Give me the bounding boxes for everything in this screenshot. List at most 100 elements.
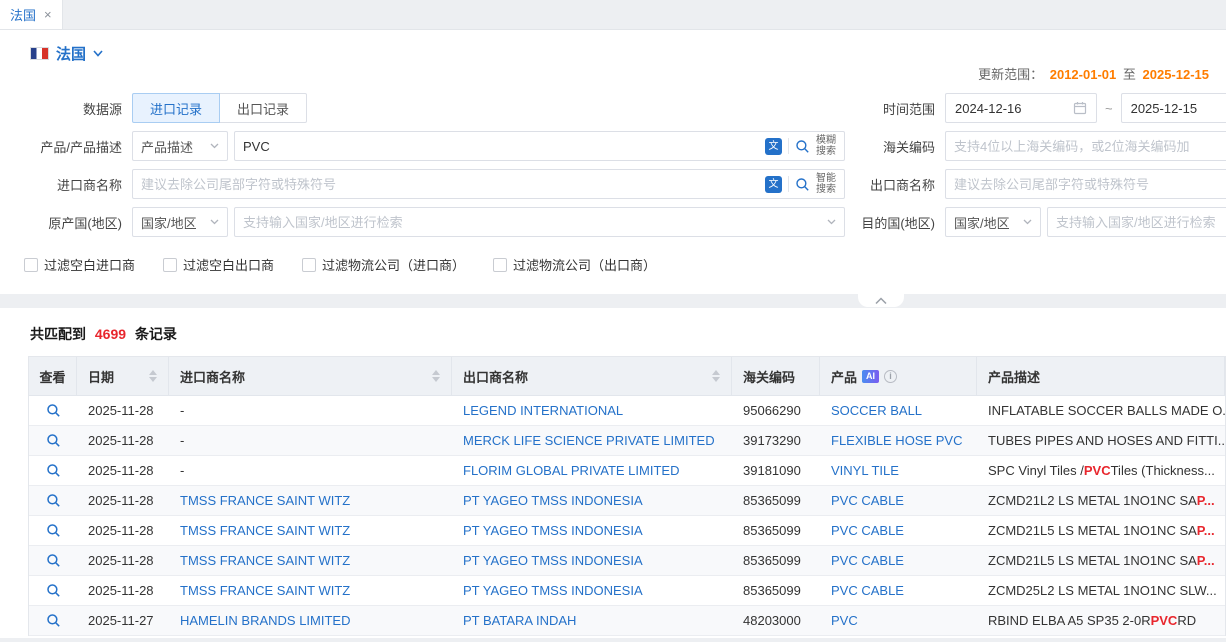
row-product[interactable]: PVC CABLE: [831, 583, 904, 598]
destination-type-select[interactable]: 国家/地区: [945, 207, 1041, 237]
row-exporter[interactable]: PT YAGEO TMSS INDONESIA: [463, 493, 643, 508]
row-importer[interactable]: HAMELIN BRANDS LIMITED: [180, 613, 350, 628]
checkbox-row: 过滤空白进口商 过滤空白出口商 过滤物流公司（进口商） 过滤物流公司（出口商）: [24, 255, 1226, 274]
form-row-product: 产品/产品描述 产品描述 文: [0, 131, 1226, 161]
product-input-wrap: 文 模糊 搜索: [234, 131, 845, 161]
checkbox-icon[interactable]: [24, 258, 38, 272]
row-importer[interactable]: TMSS FRANCE SAINT WITZ: [180, 553, 350, 568]
desc-pre: INFLATABLE SOCCER BALLS MADE O...: [988, 403, 1225, 418]
collapse-panel-button[interactable]: [858, 294, 904, 307]
filter-logistics-exporter-checkbox[interactable]: 过滤物流公司（出口商）: [493, 255, 656, 274]
row-importer: -: [180, 403, 184, 418]
row-description: ZCMD21L5 LS METAL 1NO1NC SA P...: [977, 546, 1225, 575]
origin-input[interactable]: [243, 209, 827, 235]
row-importer[interactable]: TMSS FRANCE SAINT WITZ: [180, 583, 350, 598]
checkbox-icon[interactable]: [163, 258, 177, 272]
divider: [788, 176, 789, 192]
product-type-select[interactable]: 产品描述: [132, 131, 228, 161]
import-records-toggle[interactable]: 进口记录: [132, 93, 220, 123]
info-icon[interactable]: i: [884, 370, 897, 383]
table-row: 2025-11-28 - FLORIM GLOBAL PRIVATE LIMIT…: [29, 456, 1225, 486]
tab-france[interactable]: 法国 ×: [0, 0, 63, 29]
row-product[interactable]: PVC: [831, 613, 858, 628]
export-records-toggle[interactable]: 出口记录: [220, 93, 307, 123]
table-row: 2025-11-28 - MERCK LIFE SCIENCE PRIVATE …: [29, 426, 1225, 456]
row-importer: -: [180, 433, 184, 448]
update-range-label: 更新范围：: [978, 67, 1043, 82]
view-button[interactable]: [46, 433, 61, 448]
fuzzy-search-button[interactable]: [795, 139, 810, 154]
view-button[interactable]: [46, 403, 61, 418]
row-importer[interactable]: TMSS FRANCE SAINT WITZ: [180, 523, 350, 538]
search-icon: [46, 613, 61, 628]
translate-icon[interactable]: 文: [765, 176, 782, 193]
row-exporter[interactable]: PT YAGEO TMSS INDONESIA: [463, 583, 643, 598]
tab-close-icon[interactable]: ×: [44, 8, 52, 21]
importer-label: 进口商名称: [0, 175, 132, 194]
row-exporter[interactable]: PT YAGEO TMSS INDONESIA: [463, 523, 643, 538]
chevron-down-icon[interactable]: [827, 219, 836, 225]
country-selector[interactable]: 法国: [56, 43, 86, 64]
importer-input[interactable]: [141, 171, 759, 197]
exporter-input[interactable]: [954, 171, 1226, 197]
view-button[interactable]: [46, 553, 61, 568]
country-row: 法国: [0, 30, 1226, 64]
search-icon: [46, 523, 61, 538]
search-icon: [46, 433, 61, 448]
filter-logistics-importer-checkbox[interactable]: 过滤物流公司（进口商）: [302, 255, 465, 274]
row-product[interactable]: SOCCER BALL: [831, 403, 922, 418]
table-row: 2025-11-28 TMSS FRANCE SAINT WITZ PT YAG…: [29, 576, 1225, 606]
date-to-value: 2025-12-15: [1131, 101, 1226, 116]
translate-icon[interactable]: 文: [765, 138, 782, 155]
row-importer[interactable]: TMSS FRANCE SAINT WITZ: [180, 493, 350, 508]
checkbox-icon[interactable]: [302, 258, 316, 272]
row-exporter[interactable]: FLORIM GLOBAL PRIVATE LIMITED: [463, 463, 679, 478]
header-product: 产品 AI i: [820, 357, 977, 395]
date-to-input[interactable]: 2025-12-15: [1121, 93, 1226, 123]
checkbox-icon[interactable]: [493, 258, 507, 272]
view-button[interactable]: [46, 583, 61, 598]
row-exporter[interactable]: MERCK LIFE SCIENCE PRIVATE LIMITED: [463, 433, 715, 448]
row-product[interactable]: PVC CABLE: [831, 523, 904, 538]
fuzzy-search-label[interactable]: 模糊 搜索: [816, 135, 836, 157]
table-row: 2025-11-27 HAMELIN BRANDS LIMITED PT BAT…: [29, 606, 1225, 636]
row-product[interactable]: PVC CABLE: [831, 493, 904, 508]
smart-search-button[interactable]: [795, 177, 810, 192]
row-description: ZCMD25L2 LS METAL 1NO1NC SLW...: [977, 576, 1225, 605]
chevron-down-icon: [210, 219, 219, 225]
view-button[interactable]: [46, 523, 61, 538]
origin-label: 原产国(地区): [0, 213, 132, 232]
row-exporter[interactable]: PT YAGEO TMSS INDONESIA: [463, 553, 643, 568]
sort-date-icon[interactable]: [143, 370, 157, 382]
chevron-down-icon: [210, 143, 219, 149]
filter-blank-exporter-checkbox[interactable]: 过滤空白出口商: [163, 255, 274, 274]
chevron-down-icon: [1023, 219, 1032, 225]
row-product[interactable]: PVC CABLE: [831, 553, 904, 568]
origin-type-select[interactable]: 国家/地区: [132, 207, 228, 237]
hs-code-input[interactable]: [954, 133, 1226, 159]
row-product[interactable]: VINYL TILE: [831, 463, 899, 478]
table-row: 2025-11-28 TMSS FRANCE SAINT WITZ PT YAG…: [29, 546, 1225, 576]
view-button[interactable]: [46, 463, 61, 478]
date-from-value: 2024-12-16: [955, 101, 1073, 116]
row-exporter[interactable]: PT BATARA INDAH: [463, 613, 576, 628]
destination-input[interactable]: [1056, 209, 1226, 235]
sort-exporter-icon[interactable]: [706, 370, 720, 382]
date-from-input[interactable]: 2024-12-16: [945, 93, 1097, 123]
product-label: 产品/产品描述: [0, 137, 132, 156]
product-input[interactable]: [243, 133, 759, 159]
form-row-data-source: 数据源 进口记录 出口记录 时间范围 2024-12-16 ~ 2025-12-…: [0, 93, 1226, 123]
view-button[interactable]: [46, 613, 61, 628]
row-product[interactable]: FLEXIBLE HOSE PVC: [831, 433, 963, 448]
filter-blank-importer-checkbox[interactable]: 过滤空白进口商: [24, 255, 135, 274]
header-description: 产品描述: [977, 357, 1225, 395]
smart-search-label[interactable]: 智能 搜索: [816, 173, 836, 195]
france-flag-icon: [30, 47, 49, 60]
view-button[interactable]: [46, 493, 61, 508]
row-exporter[interactable]: LEGEND INTERNATIONAL: [463, 403, 623, 418]
destination-label: 目的国(地区): [845, 213, 945, 232]
table-row: 2025-11-28 TMSS FRANCE SAINT WITZ PT YAG…: [29, 516, 1225, 546]
chevron-down-icon[interactable]: [93, 50, 103, 57]
sort-importer-icon[interactable]: [426, 370, 440, 382]
desc-highlight: P...: [1197, 553, 1215, 568]
